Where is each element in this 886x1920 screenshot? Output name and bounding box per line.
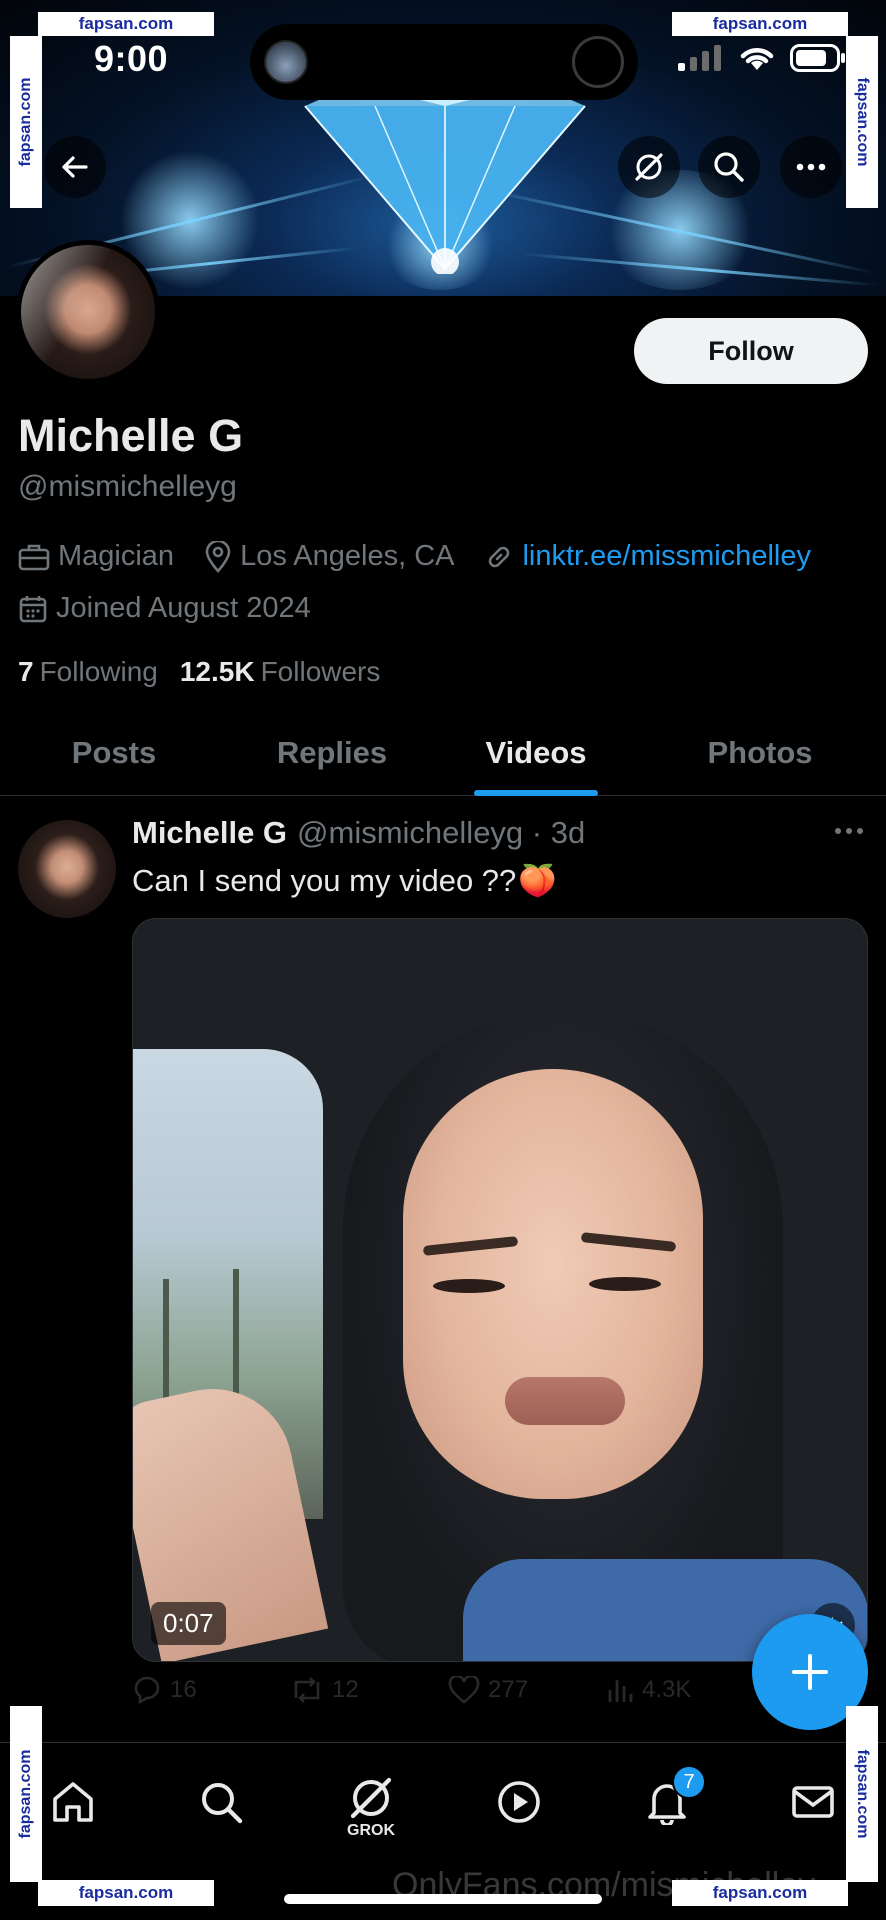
profile-meta-row: Magician Los Angeles, CA linktr.ee/missm…	[18, 540, 841, 573]
post-text: Can I send you my video ?? 🍑	[132, 862, 557, 899]
follow-button[interactable]: Follow	[634, 318, 868, 384]
link-icon	[489, 546, 510, 567]
briefcase-icon	[18, 544, 50, 570]
views-button[interactable]: 4.3K	[606, 1676, 764, 1704]
profile-joined: Joined August 2024	[18, 592, 311, 625]
live-activity-thumbnail	[264, 40, 308, 84]
watermark-bottom-left: fapsan.com	[38, 1880, 214, 1906]
follow-stats: 7 Following 12.5K Followers	[18, 656, 402, 688]
post-author-name[interactable]: Michelle G	[132, 815, 287, 851]
post-actions: 16 12 277 4.3K	[132, 1676, 832, 1704]
profile-website[interactable]: linktr.ee/missmichelley	[484, 540, 811, 573]
profile-display-name: Michelle G	[18, 410, 244, 461]
following-count: 7	[18, 656, 34, 687]
nav-video[interactable]	[484, 1767, 554, 1837]
post-author-avatar[interactable]	[18, 820, 116, 918]
following-label: Following	[39, 656, 158, 687]
view-count: 4.3K	[642, 1676, 692, 1703]
live-activity-ring-icon	[572, 36, 624, 88]
diamond-image	[304, 84, 586, 274]
followers-count: 12.5K	[179, 656, 255, 687]
search-icon	[714, 152, 744, 182]
arrow-left-icon	[62, 156, 88, 178]
followers-label: Followers	[260, 656, 381, 687]
wifi-icon	[740, 48, 774, 70]
watermark-top-right: fapsan.com	[672, 12, 848, 36]
more-options-button[interactable]	[780, 136, 842, 198]
status-icons	[678, 44, 846, 72]
more-horizontal-icon	[796, 163, 826, 171]
grok-icon	[635, 153, 663, 181]
analytics-icon	[608, 1680, 633, 1702]
profile-occupation: Magician	[18, 540, 174, 573]
reply-count: 16	[170, 1676, 197, 1703]
more-horizontal-icon	[835, 828, 863, 834]
watermark-side-bottom-left: fapsan.com	[10, 1706, 42, 1882]
peach-emoji-icon: 🍑	[518, 863, 557, 898]
location-text: Los Angeles, CA	[240, 540, 455, 572]
dynamic-island	[250, 24, 638, 100]
grok-label: GROK	[347, 1822, 395, 1839]
home-icon	[53, 1782, 93, 1822]
profile-avatar[interactable]	[16, 240, 160, 384]
calendar-icon	[19, 595, 47, 622]
battery-icon	[790, 44, 845, 72]
occupation-text: Magician	[58, 540, 175, 572]
nav-explore[interactable]	[186, 1767, 256, 1837]
profile-location: Los Angeles, CA	[204, 540, 454, 573]
grok-button[interactable]	[618, 136, 680, 198]
tab-posts[interactable]: Posts	[0, 710, 228, 796]
grok-icon	[350, 1777, 392, 1819]
watermark-bottom-right: fapsan.com	[672, 1880, 848, 1906]
nav-notifications[interactable]: 7	[632, 1765, 706, 1837]
post-body: Can I send you my video ??	[132, 862, 517, 898]
post-header: Michelle G @mismichelleyg · 3d	[132, 815, 585, 851]
post-author-handle: @mismichelleyg · 3d	[297, 815, 586, 850]
watermark-top-left: fapsan.com	[38, 12, 214, 36]
location-pin-icon	[205, 540, 231, 573]
reply-button[interactable]: 16	[132, 1676, 290, 1704]
post-video[interactable]: 0:07	[132, 918, 868, 1662]
nav-grok[interactable]: GROK	[336, 1761, 406, 1851]
profile-handle: @mismichelleyg	[18, 470, 237, 503]
heart-icon	[448, 1676, 480, 1704]
reply-icon	[134, 1676, 160, 1704]
envelope-icon	[792, 1786, 834, 1818]
repost-button[interactable]: 12	[290, 1676, 448, 1704]
website-link[interactable]: linktr.ee/missmichelley	[522, 540, 810, 573]
following-stat[interactable]: 7 Following	[18, 656, 158, 688]
watermark-side-bottom-right: fapsan.com	[846, 1706, 878, 1882]
tab-replies[interactable]: Replies	[228, 710, 436, 796]
tab-videos[interactable]: Videos	[436, 710, 636, 796]
joined-text: Joined August 2024	[56, 592, 311, 624]
home-indicator[interactable]	[284, 1894, 602, 1904]
watermark-side-top-left: fapsan.com	[10, 36, 42, 208]
nav-messages[interactable]	[778, 1767, 848, 1837]
profile-joined-row: Joined August 2024	[18, 592, 341, 625]
active-tab-indicator	[474, 790, 598, 796]
profile-tabs: Posts Replies Videos Photos	[0, 710, 886, 796]
status-time: 9:00	[94, 38, 169, 79]
video-duration: 0:07	[151, 1602, 226, 1645]
like-button[interactable]: 277	[448, 1676, 606, 1704]
followers-stat[interactable]: 12.5K Followers	[180, 656, 381, 688]
watermark-side-top-right: fapsan.com	[846, 36, 878, 208]
search-icon	[202, 1783, 243, 1824]
play-circle-icon	[498, 1781, 540, 1823]
repost-count: 12	[332, 1676, 359, 1703]
tab-photos[interactable]: Photos	[660, 710, 860, 796]
like-count: 277	[488, 1676, 529, 1703]
notification-badge: 7	[672, 1765, 706, 1799]
post-more-button[interactable]	[834, 822, 864, 840]
plus-icon	[792, 1654, 828, 1690]
search-button[interactable]	[698, 136, 760, 198]
nav-home[interactable]	[38, 1767, 108, 1837]
repost-icon	[294, 1677, 320, 1703]
back-button[interactable]	[44, 136, 106, 198]
cellular-signal-icon	[678, 45, 721, 71]
